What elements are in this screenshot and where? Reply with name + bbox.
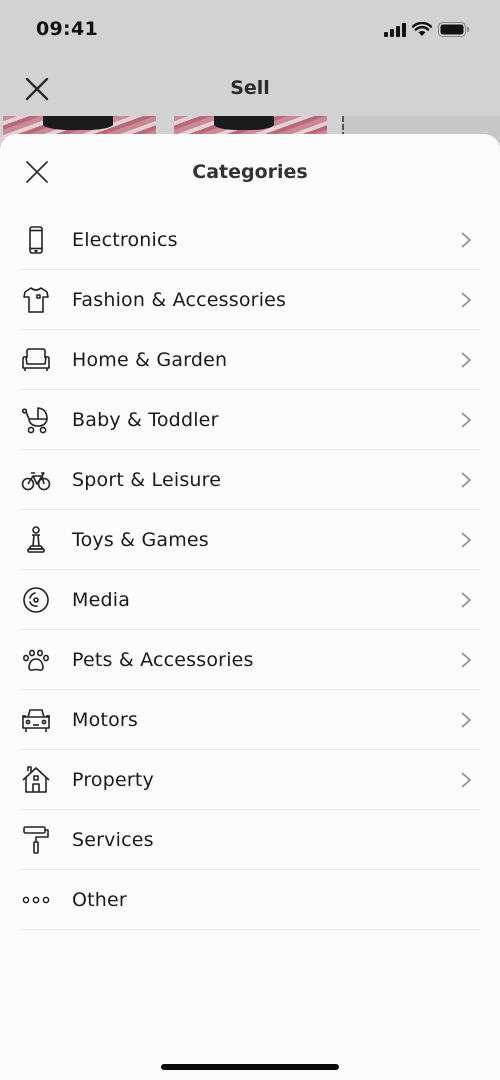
sheet-header: Categories: [0, 134, 500, 210]
category-label: Property: [72, 768, 154, 791]
chevron-right-icon: [461, 292, 472, 308]
chevron-right-icon: [461, 412, 472, 428]
status-time: 09:41: [36, 18, 98, 40]
chevron-right-icon: [461, 532, 472, 548]
status-icons: [384, 22, 470, 37]
signal-icon: [384, 22, 406, 37]
home-indicator[interactable]: [161, 1064, 339, 1070]
more-dots-icon: [20, 884, 52, 916]
chevron-right-icon: [461, 772, 472, 788]
category-pets-accessories[interactable]: Pets & Accessories: [20, 630, 480, 690]
paint-roller-icon: [20, 824, 52, 856]
status-bar: 09:41: [0, 0, 500, 60]
chevron-right-icon: [461, 232, 472, 248]
category-home-garden[interactable]: Home & Garden: [20, 330, 480, 390]
category-label: Services: [72, 828, 154, 851]
category-label: Other: [72, 888, 127, 911]
game-pawn-icon: [20, 524, 52, 556]
category-electronics[interactable]: Electronics: [20, 210, 480, 270]
category-label: Sport & Leisure: [72, 468, 222, 491]
category-list: Electronics Fashion & Accessories Home &…: [20, 210, 480, 930]
pram-icon: [20, 404, 52, 436]
chevron-right-icon: [461, 472, 472, 488]
category-label: Fashion & Accessories: [72, 288, 287, 311]
categories-sheet: Categories Electronics Fashion & Accesso…: [0, 134, 500, 1080]
category-label: Electronics: [72, 228, 178, 251]
category-media[interactable]: Media: [20, 570, 480, 630]
chevron-right-icon: [461, 652, 472, 668]
house-icon: [20, 764, 52, 796]
category-label: Home & Garden: [72, 348, 228, 371]
category-label: Media: [72, 588, 131, 611]
category-label: Pets & Accessories: [72, 648, 254, 671]
nav-bar: Sell: [0, 60, 500, 116]
disc-icon: [20, 584, 52, 616]
category-fashion-accessories[interactable]: Fashion & Accessories: [20, 270, 480, 330]
armchair-icon: [20, 344, 52, 376]
car-icon: [20, 704, 52, 736]
category-other[interactable]: Other: [20, 870, 480, 930]
chevron-right-icon: [461, 592, 472, 608]
category-label: Motors: [72, 708, 139, 731]
bicycle-icon: [20, 464, 52, 496]
paw-icon: [20, 644, 52, 676]
chevron-right-icon: [461, 712, 472, 728]
category-baby-toddler[interactable]: Baby & Toddler: [20, 390, 480, 450]
category-services[interactable]: Services: [20, 810, 480, 870]
category-label: Toys & Games: [72, 528, 209, 551]
category-motors[interactable]: Motors: [20, 690, 480, 750]
category-sport-leisure[interactable]: Sport & Leisure: [20, 450, 480, 510]
nav-title: Sell: [230, 77, 270, 99]
wifi-icon: [412, 22, 432, 36]
category-label: Baby & Toddler: [72, 408, 219, 431]
sheet-title: Categories: [192, 161, 308, 183]
category-property[interactable]: Property: [20, 750, 480, 810]
phone-icon: [20, 224, 52, 256]
chevron-right-icon: [461, 352, 472, 368]
category-toys-games[interactable]: Toys & Games: [20, 510, 480, 570]
tshirt-icon: [20, 284, 52, 316]
battery-icon: [438, 22, 469, 37]
